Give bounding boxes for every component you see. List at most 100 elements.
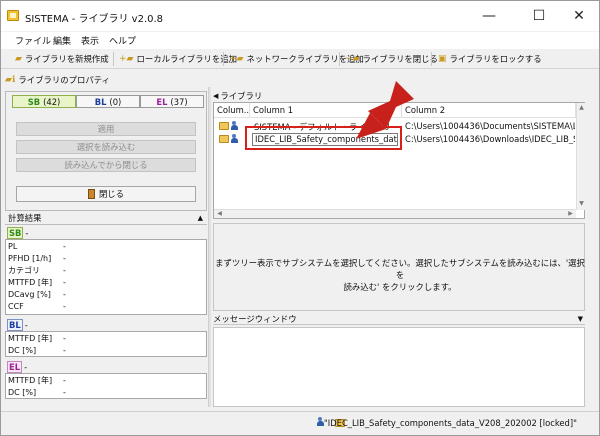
bl-results-box: MTTFD [年] - DC [%] - (5, 331, 207, 357)
pane-splitter[interactable] (208, 87, 211, 407)
sb-results-box: PL - PFHD [1/h] - カテゴリ - MTTFD [年] - DCa… (5, 239, 207, 315)
result-value: - (63, 334, 66, 343)
el-chip-tag: EL (156, 96, 168, 107)
library-path-cell: C:\Users\1004436\Documents\SISTEMA\Libr.… (405, 121, 575, 131)
el-dash: - (24, 361, 28, 372)
bl-chip-tag: BL (94, 96, 107, 107)
maximize-button[interactable]: ☐ (519, 4, 559, 28)
close-library-button[interactable]: −▰ ライブラリを閉じる (345, 51, 438, 67)
library-path-cell: C:\Users\1004436\Downloads\IDEC_LIB_Saf.… (405, 134, 575, 144)
menu-file[interactable]: ファイル (15, 34, 51, 47)
hint-line-2: 読み込む' をクリックします。 (343, 282, 457, 292)
scroll-left-icon[interactable]: ◀ (215, 210, 224, 217)
sb-dash: - (25, 227, 29, 238)
el-filter-chip[interactable]: EL (37) (140, 95, 204, 108)
users-icon (231, 134, 240, 143)
menu-view[interactable]: 表示 (81, 34, 99, 47)
bl-chip-count: (0) (109, 96, 122, 107)
toolbar-separator (113, 52, 114, 66)
scroll-right-icon[interactable]: ▶ (566, 210, 575, 217)
calculation-results-header: 計算結果 ▲ (5, 213, 207, 225)
window-title: SISTEMA - ライブラリ v2.0.8 (25, 14, 164, 25)
scroll-up-icon[interactable]: ▲ (577, 104, 586, 111)
collapse-arrow-icon[interactable]: ▼ (578, 314, 583, 324)
load-selection-button[interactable]: 選択を読み込む (16, 140, 196, 154)
el-results-box: MTTFD [年] - DC [%] - (5, 373, 207, 399)
message-window (213, 327, 585, 407)
result-value: - (63, 346, 66, 355)
result-label: MTTFD [年] (8, 376, 53, 385)
add-network-library-button[interactable]: +▰ ネットワークライブラリを追加 (229, 51, 364, 67)
toolbar-separator (431, 52, 432, 66)
vertical-scrollbar[interactable]: ▲ ▼ (576, 103, 585, 210)
status-text: "IDEC_LIB_Safety_components_data_V208_20… (323, 418, 577, 428)
folder-icon (219, 122, 229, 130)
add-local-icon: +▰ (119, 54, 134, 64)
library-properties-header: ▰ℹ ライブラリのプロパティ (5, 73, 110, 87)
el-tag: EL (7, 360, 23, 373)
menu-edit[interactable]: 編集 (53, 34, 71, 47)
new-library-icon: ▰ (15, 54, 22, 64)
add-network-icon: +▰ (229, 54, 244, 64)
collapse-arrow-icon[interactable]: ◀ (213, 92, 218, 100)
properties-icon: ▰ℹ (5, 75, 16, 85)
result-value: - (63, 254, 66, 263)
bl-dash: - (24, 319, 28, 330)
lock-icon: ▣ (438, 54, 447, 64)
bl-filter-chip[interactable]: BL (0) (76, 95, 140, 108)
sb-filter-chip[interactable]: SB (42) (12, 95, 76, 108)
sb-chip-tag: SB (27, 96, 41, 107)
toolbar-separator (223, 52, 224, 66)
close-dialog-button[interactable]: 閉じる (16, 186, 196, 202)
library-properties-panel: SB (42) BL (0) EL (37) 適用 選択を読み込む 読み込んでか… (5, 91, 207, 211)
menu-bar: ファイル 編集 表示 ヘルプ (1, 32, 599, 49)
result-label: PL (8, 242, 18, 251)
library-pane-header: ◀ ライブラリ (213, 90, 262, 102)
collapse-arrow-icon[interactable]: ▲ (198, 213, 203, 224)
result-value: - (63, 302, 66, 311)
close-dialog-label: 閉じる (98, 189, 125, 199)
toolbar-separator (339, 52, 340, 66)
hint-text: まずツリー表示でサブシステムを選択してください。選択したサブシステムを読み込むに… (214, 257, 586, 293)
result-label: DC [%] (8, 346, 37, 355)
lock-library-button[interactable]: ▣ ライブラリをロックする (438, 51, 542, 67)
lock-library-label: ライブラリをロックする (449, 54, 542, 64)
load-and-close-button[interactable]: 読み込んでから閉じる (16, 158, 196, 172)
folder-icon (219, 135, 229, 143)
scroll-down-icon[interactable]: ▼ (577, 200, 586, 207)
result-label: DC [%] (8, 388, 37, 397)
bl-section-label: BL - (7, 318, 28, 331)
el-section-label: EL - (7, 360, 28, 373)
add-local-library-button[interactable]: +▰ ローカルライブラリを追加 (119, 51, 237, 67)
apply-button[interactable]: 適用 (16, 122, 196, 136)
title-bar: SISTEMA - ライブラリ v2.0.8 — ☐ ✕ (1, 1, 599, 31)
library-properties-label: ライブラリのプロパティ (18, 75, 110, 85)
message-window-header: メッセージウィンドウ ▼ (213, 314, 585, 325)
close-window-button[interactable]: ✕ (559, 4, 599, 28)
result-value: - (63, 242, 66, 251)
app-icon (7, 10, 19, 21)
new-library-button[interactable]: ▰ ライブラリを新規作成 (15, 51, 109, 67)
column-header-0[interactable]: Colum... (214, 103, 252, 118)
add-local-label: ローカルライブラリを追加 (136, 54, 237, 64)
result-label: MTTFD [年] (8, 278, 53, 287)
result-label: MTTFD [年] (8, 334, 53, 343)
menu-help[interactable]: ヘルプ (109, 34, 136, 47)
column-header-2[interactable]: Column 2 (402, 103, 576, 118)
result-label: CCF (8, 302, 24, 311)
minimize-button[interactable]: — (469, 4, 509, 28)
annotation-arrow-icon (356, 81, 414, 139)
users-icon (231, 121, 240, 130)
result-value: - (63, 376, 66, 385)
new-library-label: ライブラリを新規作成 (24, 54, 109, 64)
door-icon (87, 189, 95, 199)
result-label: DCavg [%] (8, 290, 51, 299)
close-library-icon: −▰ (345, 54, 360, 64)
sb-tag: SB (7, 226, 24, 239)
toolbar: ▰ ライブラリを新規作成 +▰ ローカルライブラリを追加 +▰ ネットワークライ… (1, 49, 599, 69)
calculation-results-title: 計算結果 (8, 213, 42, 223)
result-value: - (63, 278, 66, 287)
result-value: - (63, 290, 66, 299)
horizontal-scrollbar[interactable]: ◀ ▶ (214, 209, 576, 218)
result-label: PFHD [1/h] (8, 254, 52, 263)
